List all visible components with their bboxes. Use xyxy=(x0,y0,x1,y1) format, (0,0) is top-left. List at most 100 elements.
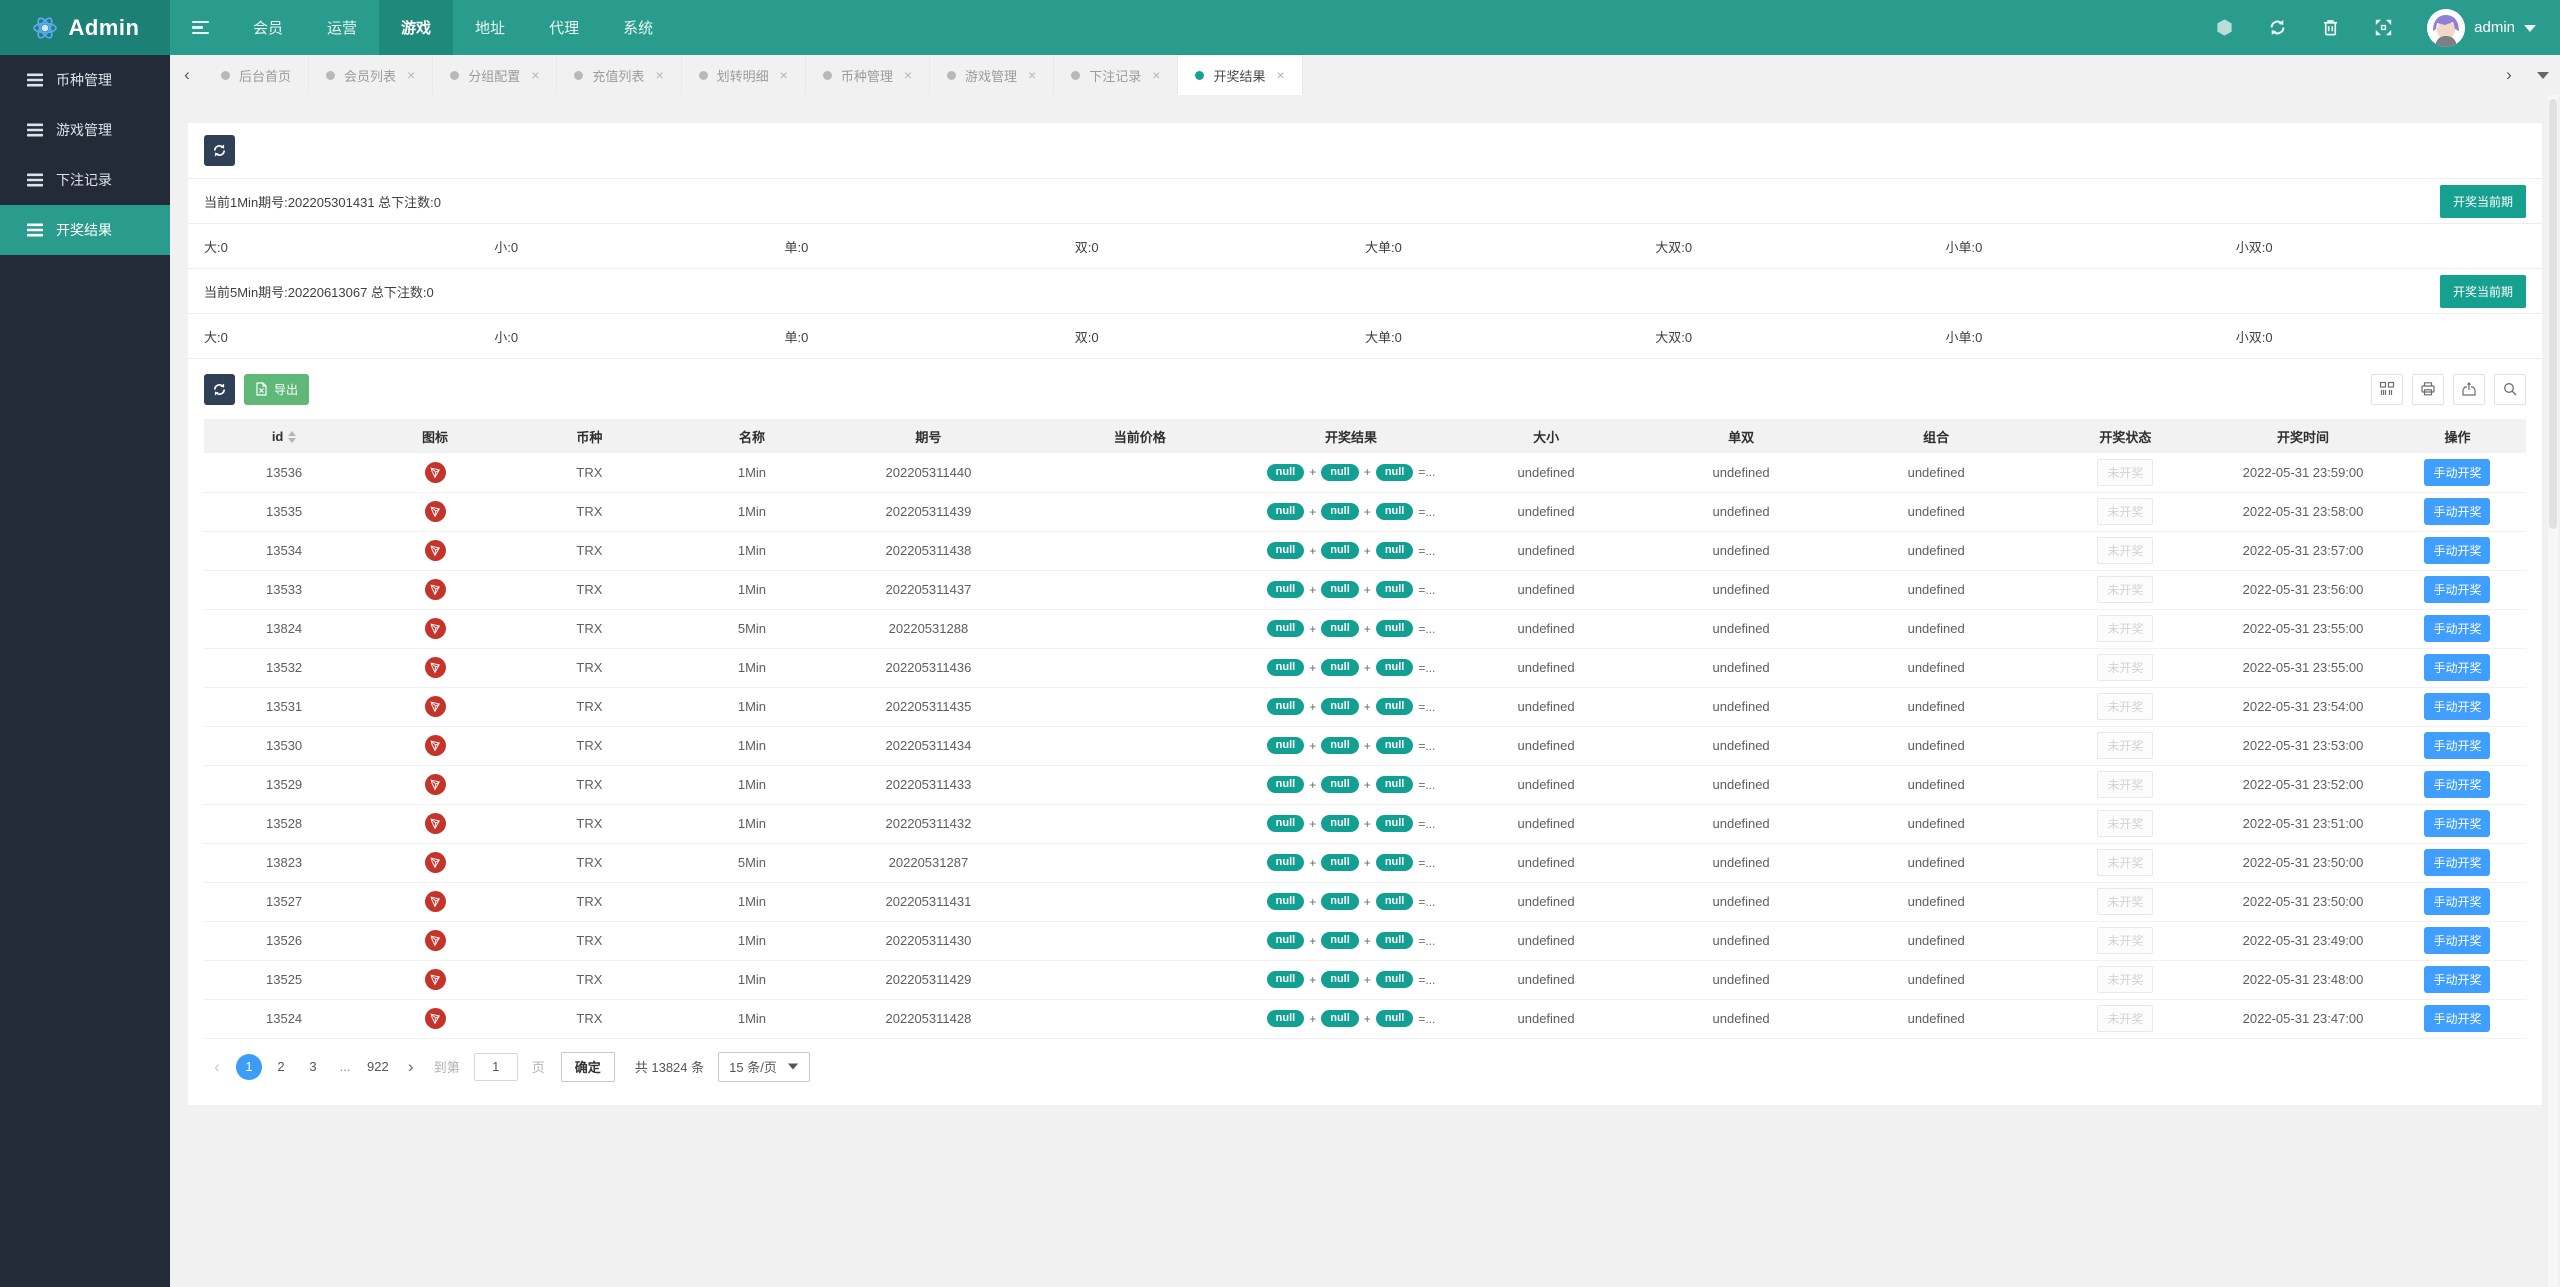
per-page-select[interactable]: 15 条/页 xyxy=(718,1051,810,1082)
column-header-0[interactable]: id xyxy=(204,419,365,453)
tab-7[interactable]: 下注记录 × xyxy=(1054,55,1179,95)
sidebar-item-3[interactable]: 开奖结果 xyxy=(0,205,170,255)
result-formula: null + null + null =... xyxy=(1254,659,1449,676)
manual-draw-button[interactable]: 手动开奖 xyxy=(2424,693,2491,720)
manual-draw-button[interactable]: 手动开奖 xyxy=(2424,771,2491,798)
refresh-panels-button[interactable] xyxy=(204,135,235,166)
stat-cell: 小双:0 xyxy=(2235,239,2273,255)
manual-draw-button[interactable]: 手动开奖 xyxy=(2424,732,2491,759)
scrollbar-thumb[interactable] xyxy=(2549,99,2557,529)
fullscreen-icon[interactable] xyxy=(2374,18,2393,37)
draw-current-button-1[interactable]: 开奖当前期 xyxy=(2439,274,2526,308)
tab-0[interactable]: 后台首页 xyxy=(204,55,310,95)
cell-combo: undefined xyxy=(1838,531,2034,571)
sidebar-item-0[interactable]: 币种管理 xyxy=(0,55,170,105)
manual-draw-button[interactable]: 手动开奖 xyxy=(2424,810,2491,837)
manual-draw-button[interactable]: 手动开奖 xyxy=(2424,849,2491,876)
column-header-3: 名称 xyxy=(673,419,831,453)
pagination-next[interactable]: › xyxy=(398,1054,424,1080)
tab-close-icon[interactable]: × xyxy=(531,67,539,83)
nav-item-1[interactable]: 运营 xyxy=(305,0,379,55)
manual-draw-button[interactable]: 手动开奖 xyxy=(2424,888,2491,915)
plus-sign: + xyxy=(1363,738,1371,753)
tabs-scroll-right[interactable]: › xyxy=(2492,55,2526,95)
tab-3[interactable]: 充值列表 × xyxy=(557,55,682,95)
goto-page-input[interactable] xyxy=(473,1052,518,1081)
cell-issue: 202205311438 xyxy=(830,531,1026,571)
sidebar-collapse-button[interactable] xyxy=(170,0,231,55)
cell-status: 未开奖 xyxy=(2033,687,2218,727)
pagination-page-1[interactable]: 1 xyxy=(236,1053,262,1080)
tab-5[interactable]: 币种管理 × xyxy=(806,55,931,95)
cell-combo: undefined xyxy=(1838,492,2034,532)
tab-close-icon[interactable]: × xyxy=(1152,67,1160,83)
manual-draw-button[interactable]: 手动开奖 xyxy=(2424,615,2491,642)
equals-ellipsis: =... xyxy=(1418,777,1436,792)
manual-draw-button[interactable]: 手动开奖 xyxy=(2424,498,2491,525)
nav-item-3[interactable]: 地址 xyxy=(453,0,527,55)
pagination-page-3[interactable]: 3 xyxy=(300,1054,326,1080)
manual-draw-button[interactable]: 手动开奖 xyxy=(2424,458,2491,486)
nav-item-5[interactable]: 系统 xyxy=(601,0,675,55)
nav-item-0[interactable]: 会员 xyxy=(231,0,305,55)
tab-8[interactable]: 开奖结果 × xyxy=(1178,55,1303,95)
result-pill: null xyxy=(1321,620,1359,637)
manual-draw-button[interactable]: 手动开奖 xyxy=(2424,927,2491,954)
tab-close-icon[interactable]: × xyxy=(655,67,663,83)
scrollbar-track[interactable] xyxy=(2548,95,2558,1287)
cell-status: 未开奖 xyxy=(2033,960,2218,1000)
tab-4[interactable]: 划转明细 × xyxy=(682,55,806,95)
tab-close-icon[interactable]: × xyxy=(904,67,912,83)
pagination-page-922[interactable]: 922 xyxy=(364,1054,392,1080)
refresh-table-button[interactable] xyxy=(204,373,235,405)
trash-icon[interactable] xyxy=(2321,18,2340,37)
hexagon-icon[interactable] xyxy=(2215,18,2234,37)
panel-info-text: 当前5Min期号:20220613067 总下注数:0 xyxy=(204,284,434,300)
cell-icon xyxy=(364,999,506,1039)
manual-draw-button[interactable]: 手动开奖 xyxy=(2424,537,2491,564)
user-menu[interactable]: admin xyxy=(2427,8,2536,47)
print-icon[interactable] xyxy=(2412,373,2444,405)
tab-label: 币种管理 xyxy=(840,68,893,84)
avatar xyxy=(2427,8,2466,47)
sidebar-item-2[interactable]: 下注记录 xyxy=(0,155,170,205)
tab-2[interactable]: 分组配置 × xyxy=(433,55,558,95)
equals-ellipsis: =... xyxy=(1418,660,1436,675)
search-icon[interactable] xyxy=(2494,373,2526,405)
result-pill: null xyxy=(1321,893,1359,910)
cell-icon xyxy=(364,648,506,688)
tron-icon xyxy=(424,813,446,834)
status-badge: 未开奖 xyxy=(2097,537,2154,564)
tab-close-icon[interactable]: × xyxy=(407,67,415,83)
status-badge: 未开奖 xyxy=(2097,693,2154,720)
equals-ellipsis: =... xyxy=(1418,972,1436,987)
refresh-icon[interactable] xyxy=(2268,18,2287,37)
tron-icon xyxy=(424,696,446,717)
tab-close-icon[interactable]: × xyxy=(1276,67,1284,83)
tab-close-icon[interactable]: × xyxy=(1028,67,1036,83)
goto-confirm-button[interactable]: 确定 xyxy=(560,1051,615,1082)
tabs-scroll-left[interactable]: ‹ xyxy=(170,55,204,95)
export-file-icon[interactable] xyxy=(2453,373,2485,405)
tabs-more-dropdown[interactable] xyxy=(2526,55,2560,95)
tab-1[interactable]: 会员列表 × xyxy=(309,55,434,95)
manual-draw-button[interactable]: 手动开奖 xyxy=(2424,576,2491,603)
pagination-prev[interactable]: ‹ xyxy=(204,1054,230,1080)
sort-icon[interactable] xyxy=(288,431,297,444)
manual-draw-button[interactable]: 手动开奖 xyxy=(2424,966,2491,993)
tab-6[interactable]: 游戏管理 × xyxy=(930,55,1055,95)
cell-time: 2022-05-31 23:51:00 xyxy=(2217,804,2389,844)
nav-item-4[interactable]: 代理 xyxy=(527,0,601,55)
cell-action: 手动开奖 xyxy=(2388,960,2526,1000)
sidebar-item-1[interactable]: 游戏管理 xyxy=(0,105,170,155)
table-row-11: 13527 TRX 1Min 202205311431 null + null + null =.… xyxy=(204,882,2526,922)
manual-draw-button[interactable]: 手动开奖 xyxy=(2424,1005,2491,1032)
nav-item-2[interactable]: 游戏 xyxy=(379,0,454,55)
manual-draw-button[interactable]: 手动开奖 xyxy=(2424,654,2491,681)
columns-icon[interactable] xyxy=(2371,373,2403,405)
tab-label: 后台首页 xyxy=(239,68,292,84)
draw-current-button-0[interactable]: 开奖当前期 xyxy=(2439,184,2526,218)
export-button[interactable]: 导出 xyxy=(244,373,310,405)
pagination-page-2[interactable]: 2 xyxy=(268,1054,294,1080)
tab-close-icon[interactable]: × xyxy=(780,67,788,83)
